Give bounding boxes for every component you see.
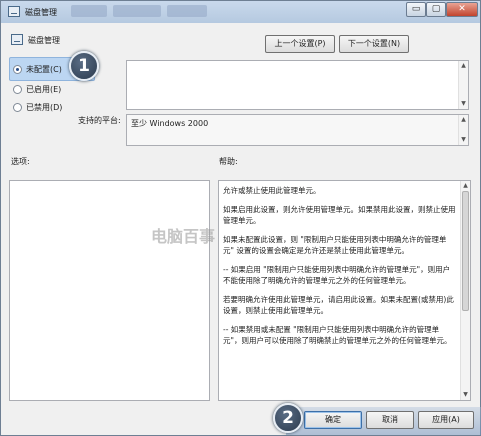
options-panel xyxy=(9,180,210,401)
help-paragraph: 若要明确允许使用此管理单元，请启用此设置。如果未配置(或禁用)此设置，则禁止使用… xyxy=(223,295,454,315)
policy-icon xyxy=(11,34,23,45)
step-2-badge: 2 xyxy=(273,403,303,433)
cancel-button[interactable]: 取消 xyxy=(366,411,414,429)
help-label: 帮助: xyxy=(219,157,238,166)
blurred-tab xyxy=(167,5,207,17)
help-paragraph: -- 如果禁用或未配置 "限制用户只能使用列表中明确允许的管理单元"，则用户可以… xyxy=(223,325,452,345)
apply-button[interactable]: 应用(A) xyxy=(418,411,474,429)
radio-button[interactable] xyxy=(13,65,22,74)
help-paragraph: 允许或禁止使用此管理单元。 xyxy=(223,186,321,195)
maximize-button[interactable]: ▢ xyxy=(426,2,446,17)
options-label: 选项: xyxy=(11,157,30,166)
policy-title: 磁盘管理 xyxy=(28,36,60,45)
platform-field: 至少 Windows 2000 ▲ ▼ xyxy=(126,114,469,146)
dialog-window: 磁盘管理 ▭ ▢ ✕ 磁盘管理 上一个设置(P) 下一个设置(N) 未配置(C)… xyxy=(0,0,481,436)
scroll-up-icon[interactable]: ▲ xyxy=(460,116,467,124)
next-setting-button[interactable]: 下一个设置(N) xyxy=(339,35,409,53)
radio-button[interactable] xyxy=(13,103,22,112)
comment-textarea[interactable]: ▲ ▼ xyxy=(126,60,469,110)
scroll-up-icon[interactable]: ▲ xyxy=(462,182,469,190)
window-title: 磁盘管理 xyxy=(25,8,57,17)
platform-scrollbar[interactable]: ▲ ▼ xyxy=(458,115,468,145)
scroll-up-icon[interactable]: ▲ xyxy=(460,62,467,70)
help-paragraph: -- 如果启用 "限制用户只能使用列表中明确允许的管理单元"，则用户不能使用除了… xyxy=(223,265,451,285)
title-bar[interactable]: 磁盘管理 ▭ ▢ ✕ xyxy=(1,1,480,23)
comment-scrollbar[interactable]: ▲ ▼ xyxy=(458,61,468,109)
scroll-thumb[interactable] xyxy=(462,191,469,311)
blurred-tab xyxy=(113,5,161,17)
help-paragraph: 如果未配置此设置，则 "限制用户只能使用列表中明确允许的管理单元" 设置的设置会… xyxy=(223,235,447,255)
help-panel: 允许或禁止使用此管理单元。 如果启用此设置，则允许使用管理单元。如果禁用此设置，… xyxy=(218,180,471,401)
scroll-down-icon[interactable]: ▼ xyxy=(462,391,469,399)
app-icon xyxy=(8,6,20,17)
radio-label: 未配置(C) xyxy=(26,65,62,74)
prev-setting-button[interactable]: 上一个设置(P) xyxy=(265,35,335,53)
scroll-down-icon[interactable]: ▼ xyxy=(460,136,467,144)
watermark: 电脑百事 xyxy=(151,227,216,246)
close-button[interactable]: ✕ xyxy=(446,2,478,17)
minimize-button[interactable]: ▭ xyxy=(406,2,426,17)
radio-label: 已启用(E) xyxy=(26,85,62,94)
step-1-badge: 1 xyxy=(69,51,99,81)
ok-button[interactable]: 确定 xyxy=(304,411,362,429)
radio-label: 已禁用(D) xyxy=(26,103,63,112)
scroll-down-icon[interactable]: ▼ xyxy=(460,100,467,108)
blurred-tab xyxy=(71,5,107,17)
platform-value: 至少 Windows 2000 xyxy=(131,119,209,128)
platform-label: 支持的平台: xyxy=(78,116,121,125)
help-scrollbar[interactable]: ▲ ▼ xyxy=(460,181,470,400)
help-text: 允许或禁止使用此管理单元。 如果启用此设置，则允许使用管理单元。如果禁用此设置，… xyxy=(223,185,456,354)
help-paragraph: 如果启用此设置，则允许使用管理单元。如果禁用此设置，则禁止使用管理单元。 xyxy=(223,205,456,225)
radio-button[interactable] xyxy=(13,85,22,94)
